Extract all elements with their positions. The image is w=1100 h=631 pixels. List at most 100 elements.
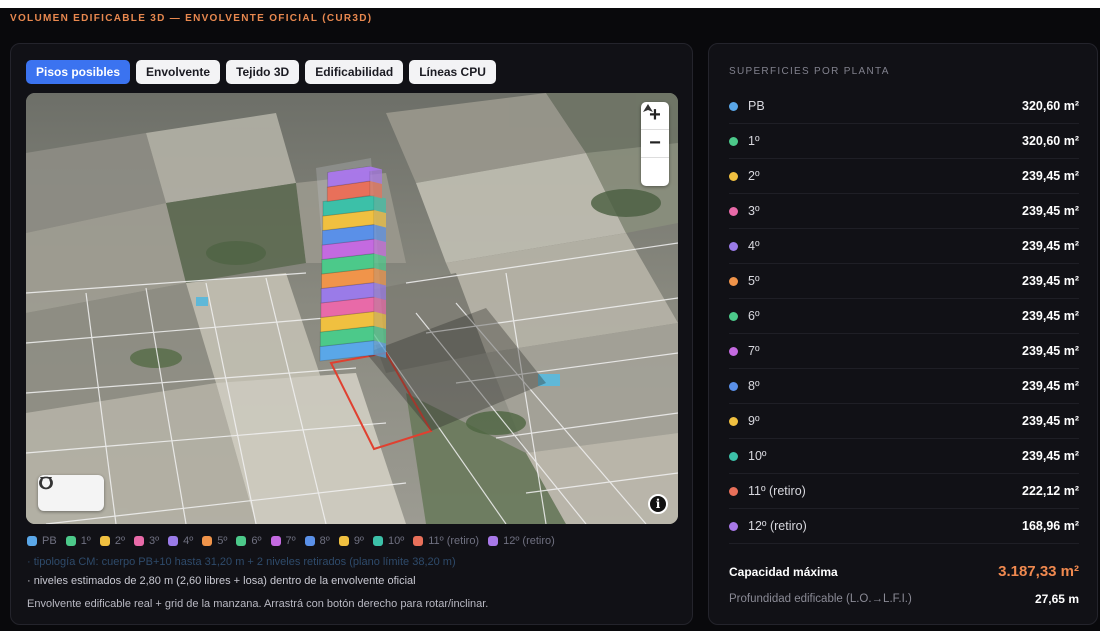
floor-name: 2º: [748, 169, 760, 183]
building-floor-side: [374, 224, 386, 242]
floor-area: 239,45 m²: [1022, 309, 1079, 323]
floor-row: 8º 239,45 m²: [729, 369, 1079, 404]
tab-tejido-3d[interactable]: Tejido 3D: [226, 60, 300, 84]
floor-color-dot: [729, 381, 738, 391]
tipologia-note: · tipología CM: cuerpo PB+10 hasta 31,20…: [27, 556, 456, 568]
zoom-controls: + −: [641, 102, 669, 186]
capacidad-label: Capacidad máxima: [729, 564, 838, 579]
floor-area: 320,60 m²: [1022, 134, 1079, 148]
legend-swatch: [168, 536, 179, 546]
floor-area: 320,60 m²: [1022, 99, 1079, 113]
legend-label: 7º: [285, 535, 296, 547]
floor-name: 10º: [748, 449, 767, 463]
rotate-controls: [38, 475, 104, 511]
capacidad-value: 3.187,33 m²: [998, 563, 1079, 580]
legend-item: 4º: [168, 535, 193, 547]
legend-swatch: [304, 536, 315, 546]
compass-icon: [643, 104, 653, 112]
legend-swatch: [133, 536, 144, 546]
building-floor-side: [374, 297, 386, 315]
floor-area-list: PB 320,60 m² 1º 320,60 m² 2º 239,45 m² 3º 23…: [729, 89, 1079, 544]
floor-name: 5º: [748, 274, 760, 288]
floor-row: 7º 239,45 m²: [729, 334, 1079, 369]
building-floor-side: [374, 239, 386, 257]
info-icon[interactable]: i: [648, 494, 668, 514]
building-floor-side: [370, 181, 382, 199]
superficies-panel: SUPERFICIES POR PLANTA PB 320,60 m² 1º 320…: [708, 43, 1098, 625]
aerial-map-image: [26, 93, 678, 524]
zoom-out-button[interactable]: −: [641, 130, 669, 158]
legend-item: 3º: [133, 535, 160, 547]
floor-row: 6º 239,45 m²: [729, 299, 1079, 334]
floor-name: 7º: [748, 344, 760, 358]
floor-color-dot: [729, 311, 738, 321]
floor-area: 239,45 m²: [1022, 169, 1079, 183]
tab-edificabilidad[interactable]: Edificabilidad: [305, 60, 404, 84]
legend-swatch: [372, 536, 383, 546]
floor-area: 222,12 m²: [1022, 484, 1079, 498]
floor-name: 1º: [748, 134, 760, 148]
building-floor-side: [374, 340, 386, 358]
legend-label: 3º: [148, 535, 160, 547]
floor-row: 9º 239,45 m²: [729, 404, 1079, 439]
tab-pisos-posibles[interactable]: Pisos posibles: [26, 60, 131, 84]
legend-swatch: [99, 536, 110, 546]
floor-row: PB 320,60 m²: [729, 89, 1079, 124]
legend-item: 12º (retiro): [488, 535, 555, 547]
floor-area: 168,96 m²: [1022, 519, 1079, 533]
legend-item: 11º (retiro): [413, 535, 479, 547]
volume-panel: Pisos posibles Envolvente Tejido 3D Edif…: [10, 43, 693, 625]
capacidad-row: Capacidad máxima 3.187,33 m²: [729, 563, 1079, 580]
map-3d-viewport[interactable]: + − i: [26, 93, 678, 524]
floor-name: 4º: [748, 239, 760, 253]
legend-item: 9º: [338, 535, 364, 547]
floor-area: 239,45 m²: [1022, 414, 1079, 428]
floor-row: 4º 239,45 m²: [729, 229, 1079, 264]
rotate-right-button[interactable]: [39, 476, 96, 504]
floor-row: 5º 239,45 m²: [729, 264, 1079, 299]
legend-item: 7º: [270, 535, 296, 547]
building-floor-side: [374, 195, 386, 213]
legend-label: 6º: [251, 535, 262, 547]
floor-area: 239,45 m²: [1022, 274, 1079, 288]
floor-color-dot: [729, 486, 738, 496]
legend-item: 2º: [99, 535, 125, 547]
legend-item: 1º: [65, 535, 91, 547]
view-tabs: Pisos posibles Envolvente Tejido 3D Edif…: [26, 60, 496, 84]
compass-button[interactable]: [641, 104, 669, 186]
building-floor-side: [374, 268, 386, 286]
profundidad-row: Profundidad edificable (L.O.→L.F.I.) 27,…: [729, 592, 1079, 606]
legend-swatch: [338, 536, 349, 546]
floor-row: 12º (retiro) 168,96 m²: [729, 509, 1079, 544]
envolvente-hint: Envolvente edificable real + grid de la …: [27, 598, 489, 610]
floor-legend: PB 1º 2º 3º 4º 5º 6º 7º 8º 9º 10º 11º (r…: [27, 535, 555, 547]
legend-swatch: [270, 536, 281, 546]
floor-color-dot: [729, 416, 738, 426]
floor-area: 239,45 m²: [1022, 204, 1079, 218]
legend-label: 8º: [319, 535, 330, 547]
legend-label: PB: [42, 535, 57, 547]
legend-swatch: [413, 536, 424, 546]
building-floor-side: [374, 253, 386, 271]
building-floor-side: [374, 282, 386, 300]
legend-label: 5º: [217, 535, 228, 547]
floor-name: 3º: [748, 204, 760, 218]
profundidad-value: 27,65 m: [1034, 592, 1079, 606]
floor-area: 239,45 m²: [1022, 379, 1079, 393]
building-floor-side: [374, 311, 386, 329]
legend-item: 10º: [372, 535, 404, 547]
tab-lineas-cpu[interactable]: Líneas CPU: [409, 60, 496, 84]
legend-label: 12º (retiro): [503, 535, 555, 547]
legend-swatch: [202, 536, 213, 546]
floor-color-dot: [729, 521, 738, 531]
floor-row: 3º 239,45 m²: [729, 194, 1079, 229]
floor-color-dot: [729, 101, 738, 111]
legend-swatch: [236, 536, 247, 546]
floor-row: 10º 239,45 m²: [729, 439, 1079, 474]
tab-envolvente[interactable]: Envolvente: [136, 60, 221, 84]
legend-label: 9º: [353, 535, 364, 547]
floor-area: 239,45 m²: [1022, 344, 1079, 358]
legend-label: 1º: [80, 535, 91, 547]
floor-area: 239,45 m²: [1022, 449, 1079, 463]
floor-color-dot: [729, 206, 738, 216]
